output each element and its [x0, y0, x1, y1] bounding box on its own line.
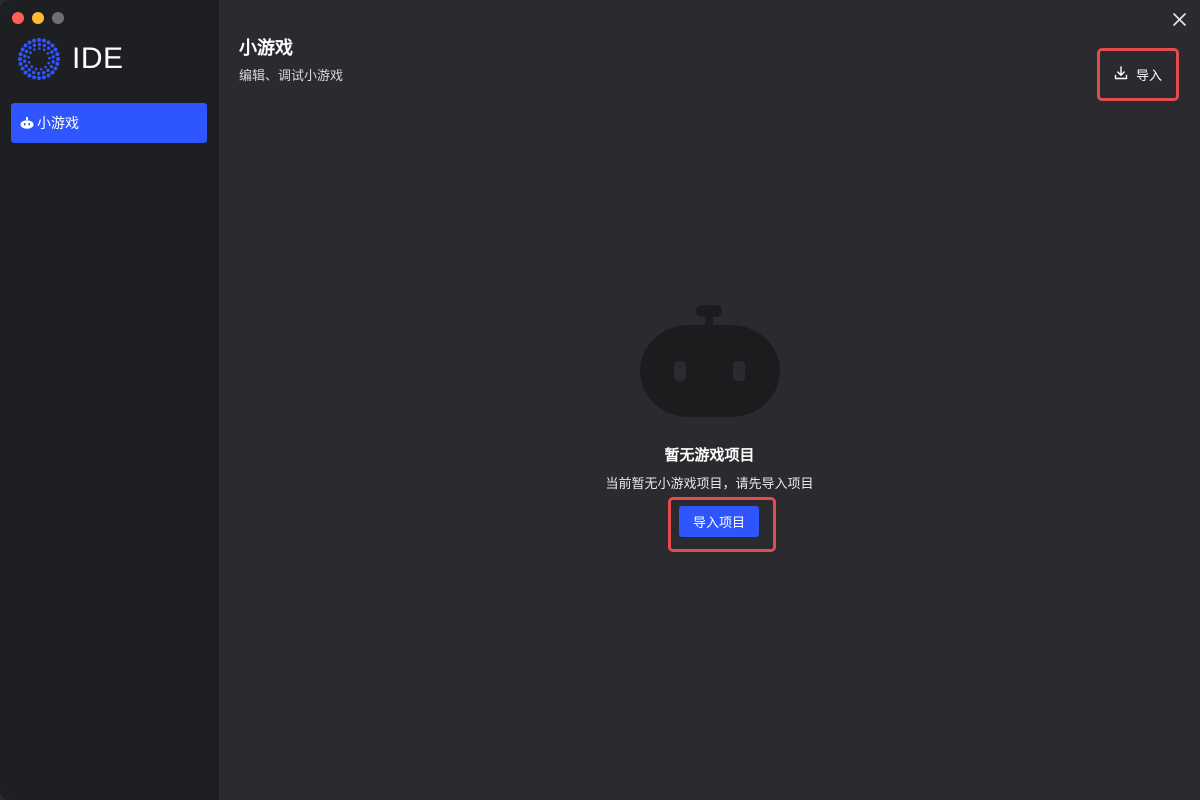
import-project-highlight: 导入项目	[668, 497, 776, 552]
robot-icon	[19, 115, 35, 131]
page-title: 小游戏	[239, 38, 293, 59]
minimize-window-button[interactable]	[32, 12, 44, 24]
main-content: 小游戏 编辑、调试小游戏 导入 暂无游戏项目 当前暂无小游戏项目，请先导入项目 …	[219, 0, 1200, 800]
import-button-highlight: 导入	[1097, 48, 1179, 101]
close-icon[interactable]	[1170, 10, 1188, 28]
app-window: IDE 小游戏 小游戏 编辑、调试小游戏 导入 暂无游戏项目 当前暂无小游戏项目…	[0, 0, 1200, 800]
sidebar: IDE 小游戏	[0, 0, 219, 800]
sidebar-item-mini-games[interactable]: 小游戏	[11, 103, 207, 143]
app-logo: IDE	[16, 36, 124, 82]
import-button[interactable]: 导入	[1100, 51, 1176, 98]
empty-state-description: 当前暂无小游戏项目，请先导入项目	[605, 477, 814, 492]
window-controls	[12, 12, 64, 24]
import-button-label: 导入	[1135, 69, 1162, 84]
maximize-window-button[interactable]	[52, 12, 64, 24]
logo-text: IDE	[72, 42, 124, 75]
empty-state-title: 暂无游戏项目	[664, 446, 755, 464]
sidebar-item-label: 小游戏	[37, 116, 79, 132]
close-window-button[interactable]	[12, 12, 24, 24]
page-subtitle: 编辑、调试小游戏	[239, 69, 344, 84]
empty-state: 暂无游戏项目 当前暂无小游戏项目，请先导入项目	[219, 300, 1200, 492]
import-project-button[interactable]: 导入项目	[679, 506, 759, 537]
download-icon	[1114, 65, 1128, 84]
robot-icon	[219, 300, 1200, 418]
dotted-ring-logo-icon	[16, 36, 62, 82]
